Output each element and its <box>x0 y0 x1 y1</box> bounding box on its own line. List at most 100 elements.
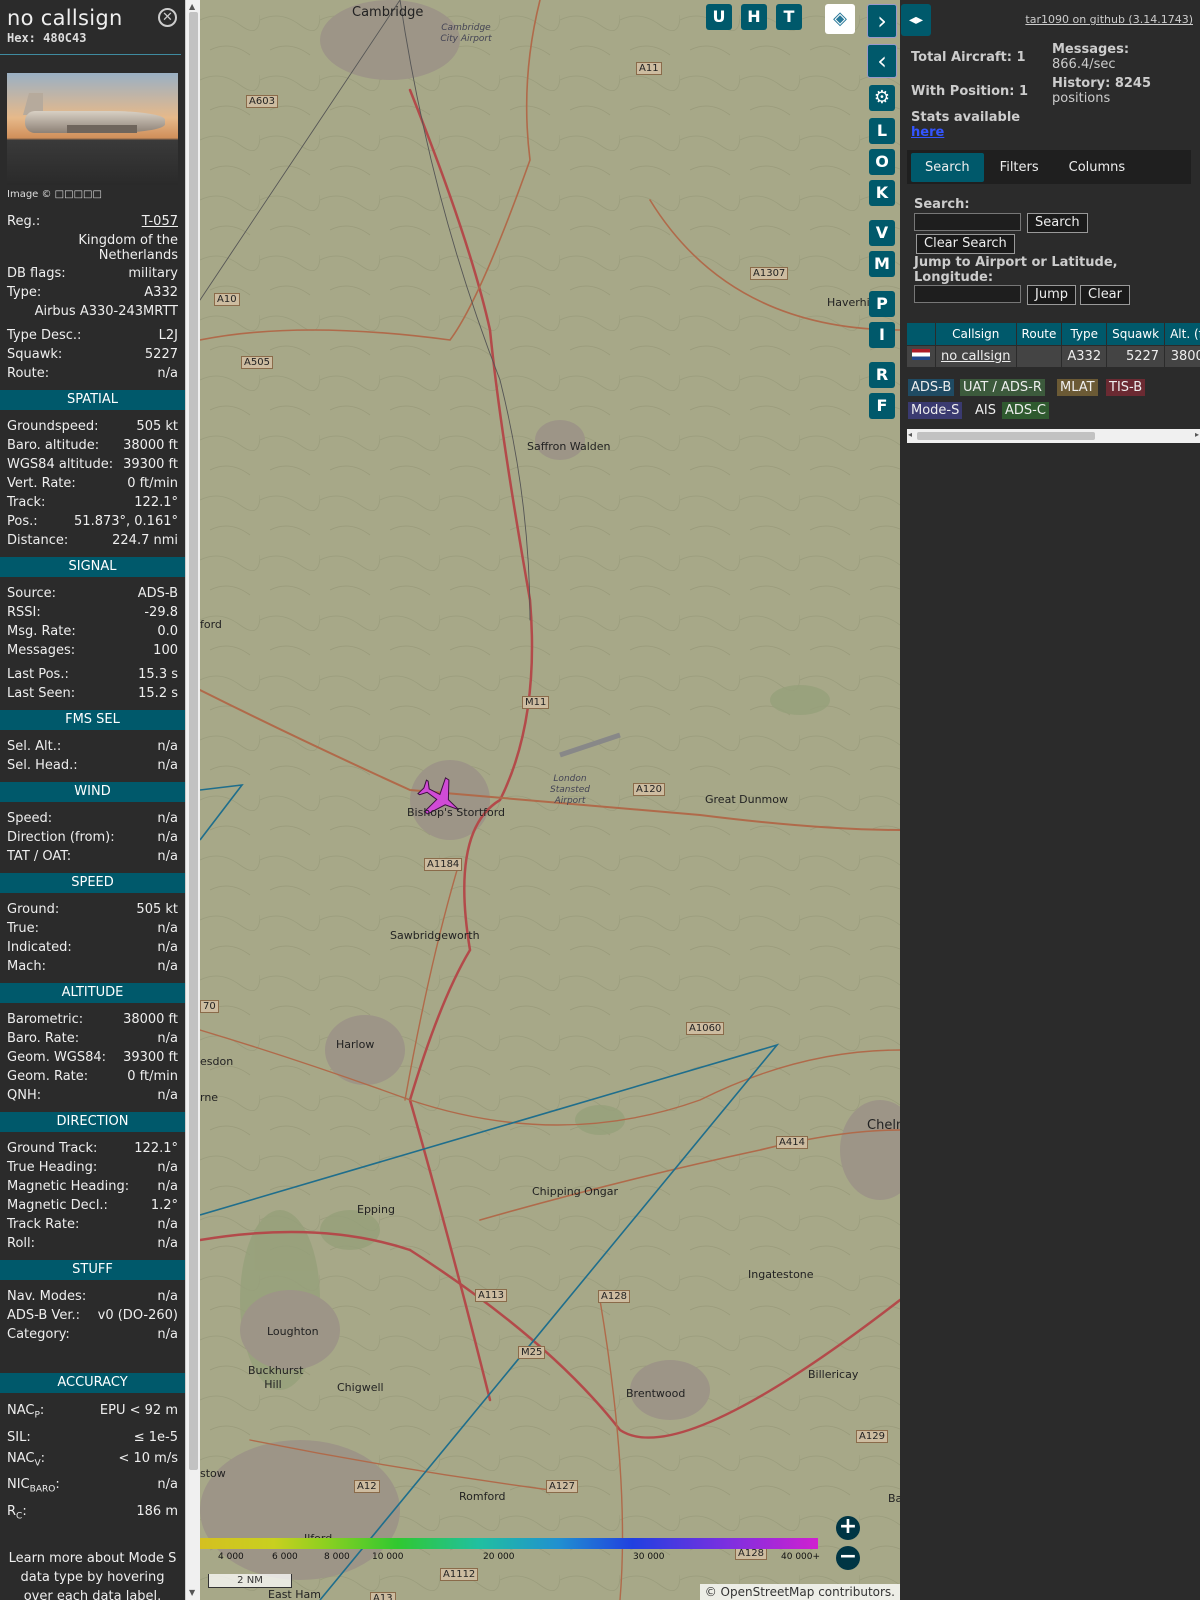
reg-link[interactable]: T-057 <box>142 212 178 231</box>
button-O[interactable]: O <box>869 149 895 175</box>
col-type[interactable]: Type <box>1061 323 1108 345</box>
info-label: Groundspeed: <box>7 419 99 434</box>
info-value: 51.873°, 0.161° <box>74 514 178 529</box>
hscroll-thumb[interactable] <box>917 432 1095 440</box>
info-value: n/a <box>157 940 178 955</box>
button-F[interactable]: F <box>869 393 895 419</box>
road-shield: M25 <box>518 1346 546 1359</box>
clear-search-button[interactable]: Clear Search <box>916 234 1015 254</box>
map-view[interactable]: Cambridge Cambridge City Airport Saffron… <box>200 0 900 1600</box>
signal-rows-2: Last Pos.: 15.3 s Last Seen: 15.2 s <box>0 665 185 703</box>
cell-callsign[interactable]: no callsign <box>935 344 1017 367</box>
tab-search[interactable]: Search <box>911 152 984 182</box>
road-shield: A129 <box>856 1430 888 1443</box>
layers-icon[interactable]: ◈ <box>825 4 855 34</box>
place-label: Saffron Walden <box>527 440 611 453</box>
search-label: Search: <box>914 197 970 212</box>
history-value: positions <box>1052 91 1111 106</box>
osm-link[interactable]: OpenStreetMap <box>721 1585 815 1599</box>
info-row: Indicated: n/a <box>0 938 185 957</box>
nacp-label: NAC <box>7 1403 35 1418</box>
history-stat: History: 8245 positions <box>1052 76 1151 106</box>
close-icon[interactable]: ✕ <box>158 8 177 27</box>
search-input[interactable] <box>914 213 1021 231</box>
col-callsign[interactable]: Callsign <box>935 323 1017 345</box>
next-arrow-icon[interactable]: › <box>867 4 897 38</box>
col-route[interactable]: Route <box>1016 323 1063 345</box>
button-M[interactable]: M <box>869 251 895 277</box>
info-value: 1.2° <box>150 1198 178 1213</box>
info-row: Barometric: 38000 ft <box>0 1010 185 1029</box>
info-row: Ground: 505 kt <box>0 900 185 919</box>
col-altitude[interactable]: Alt. (ft) <box>1164 323 1200 345</box>
stats-link[interactable]: here <box>911 125 944 140</box>
github-link[interactable]: tar1090 on github (3.14.1743) <box>1025 13 1193 26</box>
prev-arrow-icon[interactable]: ‹ <box>867 44 897 78</box>
info-label: Barometric: <box>7 1012 84 1027</box>
scroll-down-icon[interactable]: ▼ <box>189 1588 195 1597</box>
source-mlat[interactable]: MLAT <box>1057 379 1098 396</box>
button-V[interactable]: V <box>869 220 895 246</box>
nacp-row: NACP: EPU < 92 m <box>0 1400 185 1427</box>
aircraft-table: Callsign Route Type Squawk Alt. (ft) S n… <box>907 323 1200 367</box>
alt-tick: 40 000+ <box>781 1552 821 1562</box>
button-L[interactable]: L <box>869 118 895 144</box>
button-H[interactable]: H <box>741 4 767 30</box>
button-P[interactable]: P <box>869 291 895 317</box>
total-aircraft: Total Aircraft: 1 <box>911 50 1026 65</box>
info-value: n/a <box>157 1179 178 1194</box>
source-adsc[interactable]: ADS-C <box>1002 402 1049 419</box>
button-T[interactable]: T <box>776 4 802 30</box>
place-label: Brentwood <box>626 1387 686 1400</box>
table-row[interactable]: no callsign A332 5227 38000 <box>907 344 1200 367</box>
scroll-up-icon[interactable]: ▲ <box>189 2 195 11</box>
cell-squawk: 5227 <box>1106 344 1166 367</box>
search-button[interactable]: Search <box>1027 213 1088 233</box>
clear-button[interactable]: Clear <box>1080 285 1130 305</box>
info-value: 224.7 nmi <box>112 533 178 548</box>
info-row: Vert. Rate: 0 ft/min <box>0 474 185 493</box>
source-adsb[interactable]: ADS-B <box>908 379 955 396</box>
tab-filters[interactable]: Filters <box>986 153 1053 182</box>
scroll-right-icon[interactable]: ▸ <box>1195 430 1199 439</box>
button-K[interactable]: K <box>869 180 895 206</box>
jump-button[interactable]: Jump <box>1027 285 1076 305</box>
info-value: v0 (DO-260) <box>97 1308 178 1323</box>
info-row: True Heading: n/a <box>0 1158 185 1177</box>
squawk-row: Squawk: 5227 <box>0 345 185 364</box>
info-label: Distance: <box>7 533 69 548</box>
nacv-label: NAC <box>7 1450 35 1466</box>
scroll-left-icon[interactable]: ◂ <box>908 430 912 439</box>
tab-columns[interactable]: Columns <box>1055 153 1140 182</box>
info-value: n/a <box>157 739 178 754</box>
button-R[interactable]: R <box>869 362 895 388</box>
col-flag[interactable] <box>907 323 936 345</box>
cell-altitude: 38000 <box>1164 344 1200 367</box>
button-U[interactable]: U <box>706 4 732 30</box>
aircraft-photo[interactable] <box>7 73 178 185</box>
settings-gear-icon[interactable]: ⚙ <box>869 85 895 111</box>
info-row: Sel. Alt.: n/a <box>0 737 185 756</box>
expand-sidebar-icon[interactable]: ◂▸ <box>901 4 931 36</box>
jump-input[interactable] <box>914 285 1021 303</box>
info-value: 39300 ft <box>123 1050 178 1065</box>
info-value: n/a <box>157 1160 178 1175</box>
source-modes[interactable]: Mode-S <box>908 402 963 419</box>
source-uat[interactable]: UAT / ADS-R <box>960 379 1045 396</box>
source-ais[interactable]: AIS <box>972 402 999 419</box>
col-squawk[interactable]: Squawk <box>1106 323 1166 345</box>
info-row: Magnetic Decl.: 1.2° <box>0 1196 185 1215</box>
info-row: ADS-B Ver.: v0 (DO-260) <box>0 1306 185 1325</box>
info-row: Nav. Modes: n/a <box>0 1287 185 1306</box>
table-horizontal-scrollbar[interactable]: ◂ ▸ <box>907 429 1200 443</box>
nic-label: NIC <box>7 1477 30 1493</box>
info-scrollbar[interactable]: ▲ ▼ <box>185 0 200 1600</box>
info-value: n/a <box>157 1031 178 1046</box>
source-tisb[interactable]: TIS-B <box>1106 379 1146 396</box>
scroll-thumb[interactable] <box>189 12 198 1470</box>
info-row: WGS84 altitude: 39300 ft <box>0 455 185 474</box>
place-label: Sawbridgeworth <box>390 929 480 942</box>
signal-rows: Source: ADS-B RSSI: -29.8 Msg. Rate: 0.0 Messa… <box>0 584 185 660</box>
button-I[interactable]: I <box>869 322 895 348</box>
zoom-in-icon[interactable]: + <box>836 1516 860 1540</box>
